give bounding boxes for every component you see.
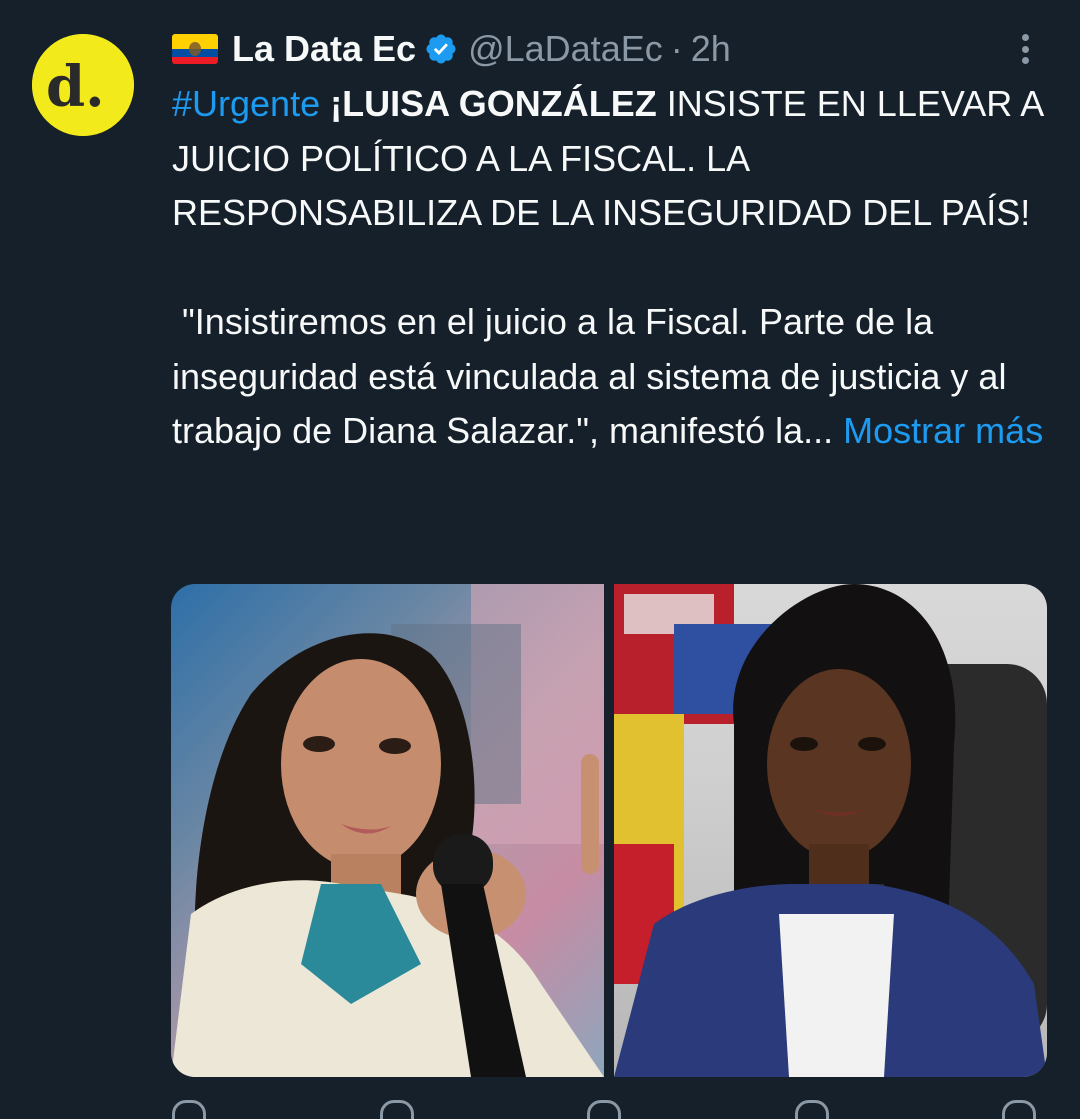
views-icon bbox=[794, 1100, 829, 1119]
retweet-button[interactable] bbox=[379, 1100, 426, 1119]
more-options-icon[interactable] bbox=[1006, 30, 1044, 68]
tweet-text: #Urgente ¡LUISA GONZÁLEZ INSISTE EN LLEV… bbox=[172, 77, 1052, 459]
verified-badge-icon bbox=[426, 34, 456, 64]
retweet-icon bbox=[379, 1100, 414, 1119]
photo-luisa-gonzalez[interactable] bbox=[171, 584, 604, 1077]
display-name[interactable]: La Data Ec bbox=[232, 28, 416, 70]
tweet-header: La Data Ec @LaDataEc · 2h bbox=[172, 24, 731, 74]
share-button[interactable] bbox=[1002, 1100, 1048, 1119]
like-button[interactable] bbox=[587, 1100, 633, 1119]
reply-button[interactable] bbox=[172, 1100, 218, 1119]
la-data-logo-icon: d. bbox=[32, 34, 134, 136]
woman-microphone-photo bbox=[171, 584, 604, 1077]
reply-icon bbox=[172, 1100, 206, 1119]
svg-text:d.: d. bbox=[46, 54, 105, 120]
hashtag-link[interactable]: #Urgente bbox=[172, 83, 320, 124]
media-grid[interactable] bbox=[171, 584, 1047, 1077]
ecuador-flag-icon bbox=[172, 34, 218, 64]
woman-portrait-photo bbox=[614, 584, 1047, 1077]
handle[interactable]: @LaDataEc bbox=[468, 28, 663, 70]
separator-dot: · bbox=[670, 28, 683, 69]
photo-diana-salazar[interactable] bbox=[614, 584, 1047, 1077]
share-icon bbox=[1002, 1100, 1036, 1119]
views-button[interactable] bbox=[794, 1100, 841, 1119]
heart-icon bbox=[587, 1100, 621, 1119]
tweet-card[interactable]: d. La Data Ec @LaDataEc · 2h #Urgente ¡L… bbox=[0, 0, 1080, 1119]
show-more-link[interactable]: Mostrar más bbox=[843, 410, 1043, 451]
timestamp[interactable]: 2h bbox=[691, 28, 731, 70]
headline-bold: ¡LUISA GONZÁLEZ bbox=[330, 83, 657, 124]
action-bar bbox=[172, 1100, 1048, 1119]
avatar[interactable]: d. bbox=[32, 34, 134, 136]
